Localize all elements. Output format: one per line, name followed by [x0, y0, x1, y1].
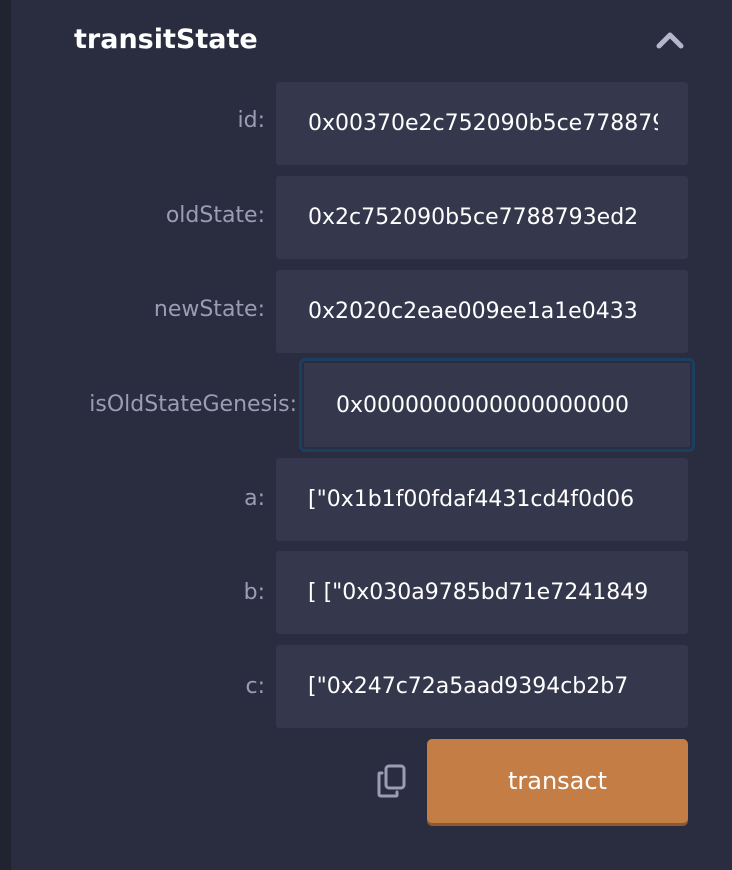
field-label-b: b:: [243, 580, 265, 605]
collapse-button[interactable]: [652, 26, 688, 54]
c-input[interactable]: [276, 645, 688, 728]
oldstate-input[interactable]: [276, 176, 688, 259]
b-input[interactable]: [276, 551, 688, 634]
field-label-id: id:: [237, 108, 266, 133]
field-label-newstate: newState:: [153, 297, 265, 322]
transact-button[interactable]: transact: [427, 739, 688, 823]
field-label-c: c:: [245, 674, 265, 699]
copy-calldata-button[interactable]: [374, 762, 410, 800]
isoldstategenesis-input[interactable]: [299, 358, 695, 452]
copy-icon: [377, 764, 406, 798]
id-input[interactable]: [276, 82, 688, 165]
newstate-input[interactable]: [276, 270, 688, 353]
page: transitState id: oldState: newState: isO…: [0, 0, 732, 870]
field-label-a: a:: [244, 486, 265, 511]
function-title: transitState: [74, 24, 258, 55]
a-input[interactable]: [276, 458, 688, 541]
field-label-isoldstategenesis: isOldStateGenesis:: [89, 392, 297, 417]
chevron-up-icon: [656, 32, 684, 49]
field-label-oldstate: oldState:: [165, 203, 265, 228]
